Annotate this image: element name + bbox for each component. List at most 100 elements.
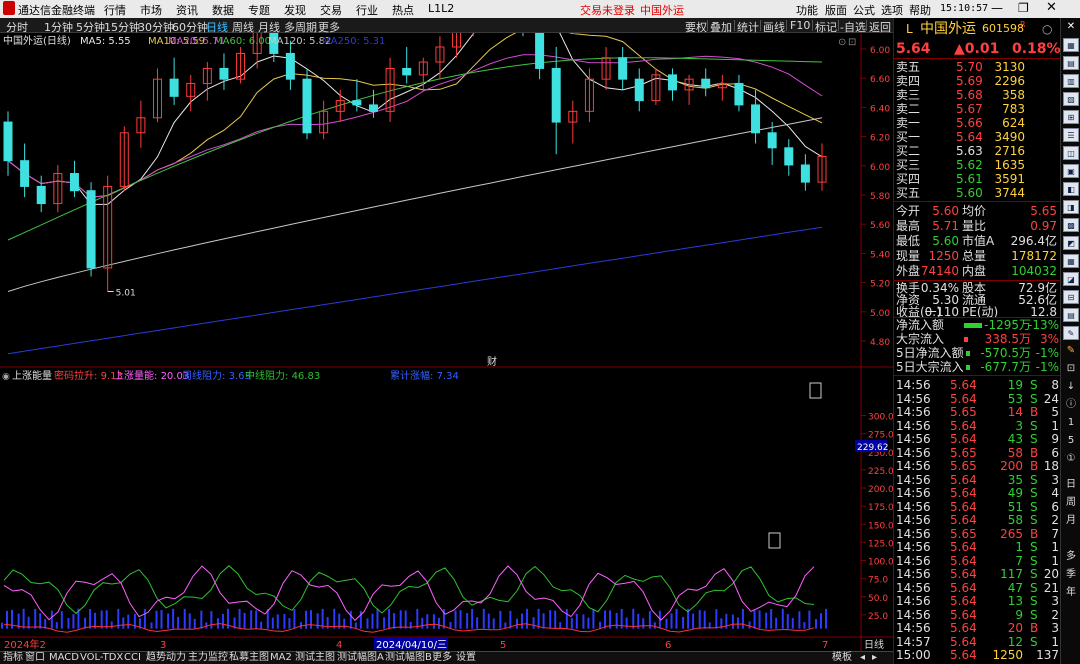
sidebar-tool-icon[interactable]: ▧ <box>1063 92 1079 106</box>
sidebar-period-multi[interactable]: 多 <box>1063 550 1079 564</box>
scroll-left-icon[interactable]: ◂ <box>860 652 865 664</box>
kline-chart-svg[interactable]: 6.00 6.60 6.40 6.20 6.00 5.80 5.60 5.40 5.20 5.00… <box>0 0 894 651</box>
stat-value: 5.60 <box>932 204 959 218</box>
sidebar-close-icon[interactable]: ✕ <box>1063 20 1079 34</box>
menu-help[interactable]: 帮助 <box>909 2 931 18</box>
candle-body <box>20 160 30 187</box>
menu-trade[interactable]: 交易 <box>320 2 342 18</box>
sidebar-info-icon[interactable]: ⓘ <box>1063 398 1079 412</box>
sidebar-period-week[interactable]: 周 <box>1063 496 1079 510</box>
sidebar-number[interactable]: ① <box>1063 452 1079 466</box>
sidebar-tool-icon[interactable]: ⊟ <box>1063 290 1079 304</box>
tab-more[interactable]: 更多 <box>432 652 452 664</box>
chart-expand-icon[interactable]: ⊡ <box>848 37 856 48</box>
menu-news[interactable]: 资讯 <box>176 2 198 18</box>
sidebar-number[interactable]: 1 <box>1063 416 1079 430</box>
menu-discover[interactable]: 发现 <box>284 2 306 18</box>
ask-label: 卖一 <box>896 116 921 130</box>
tab-cci[interactable]: CCI <box>124 652 141 664</box>
sidebar-tool-icon[interactable]: ◧ <box>1063 182 1079 196</box>
sidebar-tool-icon[interactable]: ◩ <box>1063 236 1079 250</box>
indicator-param-5: 累计涨幅: 7.34 <box>390 369 459 382</box>
btn-f10[interactable]: F10 <box>790 19 810 32</box>
divider <box>894 201 1061 202</box>
sidebar-tool-icon[interactable]: ▦ <box>1063 254 1079 268</box>
sidebar-tool-icon[interactable]: ☰ <box>1063 128 1079 142</box>
tab-main-monitor[interactable]: 主力监控 <box>188 652 228 664</box>
chart-area[interactable]: 6.00 6.60 6.40 6.20 6.00 5.80 5.60 5.40 5.20 5.00… <box>0 0 894 651</box>
tab-indicator[interactable]: 指标 <box>3 652 23 664</box>
close-icon[interactable]: ✕ <box>1046 0 1057 15</box>
low-label: 5.01 <box>116 289 136 299</box>
chart-collapse-icon[interactable]: ⊙ <box>838 37 846 48</box>
tab-private-main[interactable]: 私募主图 <box>229 652 269 664</box>
menu-quotes[interactable]: 行情 <box>104 2 126 18</box>
maximize-icon[interactable]: ❐ <box>1018 1 1029 15</box>
menu-options[interactable]: 选项 <box>881 2 903 18</box>
template-button[interactable]: 模板 <box>832 652 852 664</box>
candle-body <box>69 173 79 192</box>
sidebar-period-day[interactable]: 日 <box>1063 478 1079 492</box>
date-label: 5 <box>500 640 506 651</box>
ma20-line <box>7 54 823 198</box>
minimize-icon[interactable]: — <box>991 1 1003 15</box>
sidebar-tool-icon[interactable]: ✎ <box>1063 326 1079 340</box>
flow-label: 大宗流入 <box>896 332 945 346</box>
sidebar-period-month[interactable]: 月 <box>1063 514 1079 528</box>
event-marker[interactable]: 财 <box>487 355 497 368</box>
sidebar-period-year[interactable]: 年 <box>1063 586 1079 600</box>
menu-formula[interactable]: 公式 <box>853 2 875 18</box>
signal-box <box>768 532 781 549</box>
sidebar-tool-icon[interactable]: ✎ <box>1063 344 1079 358</box>
flow-row: 大宗流入 338.5万 3% <box>894 332 1061 347</box>
candle-body <box>634 78 644 102</box>
clock: 15:10:57 <box>940 3 989 14</box>
sidebar-tool-icon[interactable]: ⊞ <box>1063 110 1079 124</box>
stat-label: 内盘 <box>962 264 987 278</box>
sidebar-tool-icon[interactable]: ▣ <box>1063 164 1079 178</box>
tick-volume: 1250 <box>992 648 1023 662</box>
indicator-magenta-line <box>3 565 815 622</box>
sidebar-tool-icon[interactable]: ▥ <box>1063 74 1079 88</box>
sidebar-tool-icon[interactable]: ◫ <box>1063 146 1079 160</box>
tick-time: 15:00 <box>896 648 931 662</box>
sidebar-period-quarter[interactable]: 季 <box>1063 568 1079 582</box>
menu-hot[interactable]: 热点 <box>392 2 414 18</box>
sidebar-tool-icon[interactable]: ▦ <box>1063 38 1079 52</box>
menu-data[interactable]: 数据 <box>212 2 234 18</box>
tab-test-a[interactable]: 测试幅图A <box>337 652 384 664</box>
stock-badge: R <box>1020 20 1026 29</box>
indicator-toggle-icon[interactable]: ◉ <box>2 372 10 382</box>
sidebar-number[interactable]: 5 <box>1063 434 1079 448</box>
sidebar-arrow-icon[interactable]: ↓ <box>1063 380 1079 394</box>
menu-market[interactable]: 市场 <box>140 2 162 18</box>
scroll-right-icon[interactable]: ▸ <box>872 652 877 664</box>
stat-value: 74140 <box>920 264 959 278</box>
menu-function[interactable]: 功能 <box>796 2 818 18</box>
sidebar-tool-icon[interactable]: ▤ <box>1063 308 1079 322</box>
sidebar-tool-icon[interactable]: ▤ <box>1063 56 1079 70</box>
tab-vol-tdx[interactable]: VOL-TDX <box>80 652 123 664</box>
tab-macd[interactable]: MACD <box>49 652 79 664</box>
tab-ma2[interactable]: MA2 <box>270 652 292 664</box>
menu-topics[interactable]: 专题 <box>248 2 270 18</box>
chart-label: 中国外运(日线) <box>3 34 71 47</box>
tab-test-main[interactable]: 测试主图 <box>295 652 335 664</box>
sidebar-tool-icon[interactable]: ◪ <box>1063 272 1079 286</box>
candle-body <box>368 104 378 112</box>
ask-row: 卖二 5.67 783 <box>894 102 1061 117</box>
tab-settings[interactable]: 设置 <box>456 652 476 664</box>
sidebar-tool-icon[interactable]: ▩ <box>1063 218 1079 232</box>
right-sidebar: ✕ ▦ ▤ ▥ ▧ ⊞ ☰ ◫ ▣ ◧ ◨ ▩ ◩ ▦ ◪ ⊟ ▤ ✎ ✎ ⊡ … <box>1060 18 1080 664</box>
tab-trend[interactable]: 趋势动力 <box>146 652 186 664</box>
menu-industry[interactable]: 行业 <box>356 2 378 18</box>
ask-volume: 783 <box>1002 102 1025 116</box>
menu-layout[interactable]: 版面 <box>825 2 847 18</box>
tab-test-b[interactable]: 测试幅图B <box>385 652 432 664</box>
sidebar-tool-icon[interactable]: ⊡ <box>1063 362 1079 376</box>
tab-window[interactable]: 窗口 <box>25 652 45 664</box>
sidebar-tool-icon[interactable]: ◨ <box>1063 200 1079 214</box>
trade-status[interactable]: 交易未登录 <box>580 2 635 18</box>
stock-search-icon[interactable]: ○ <box>1042 20 1052 38</box>
menu-l1l2[interactable]: L1L2 <box>428 2 454 15</box>
